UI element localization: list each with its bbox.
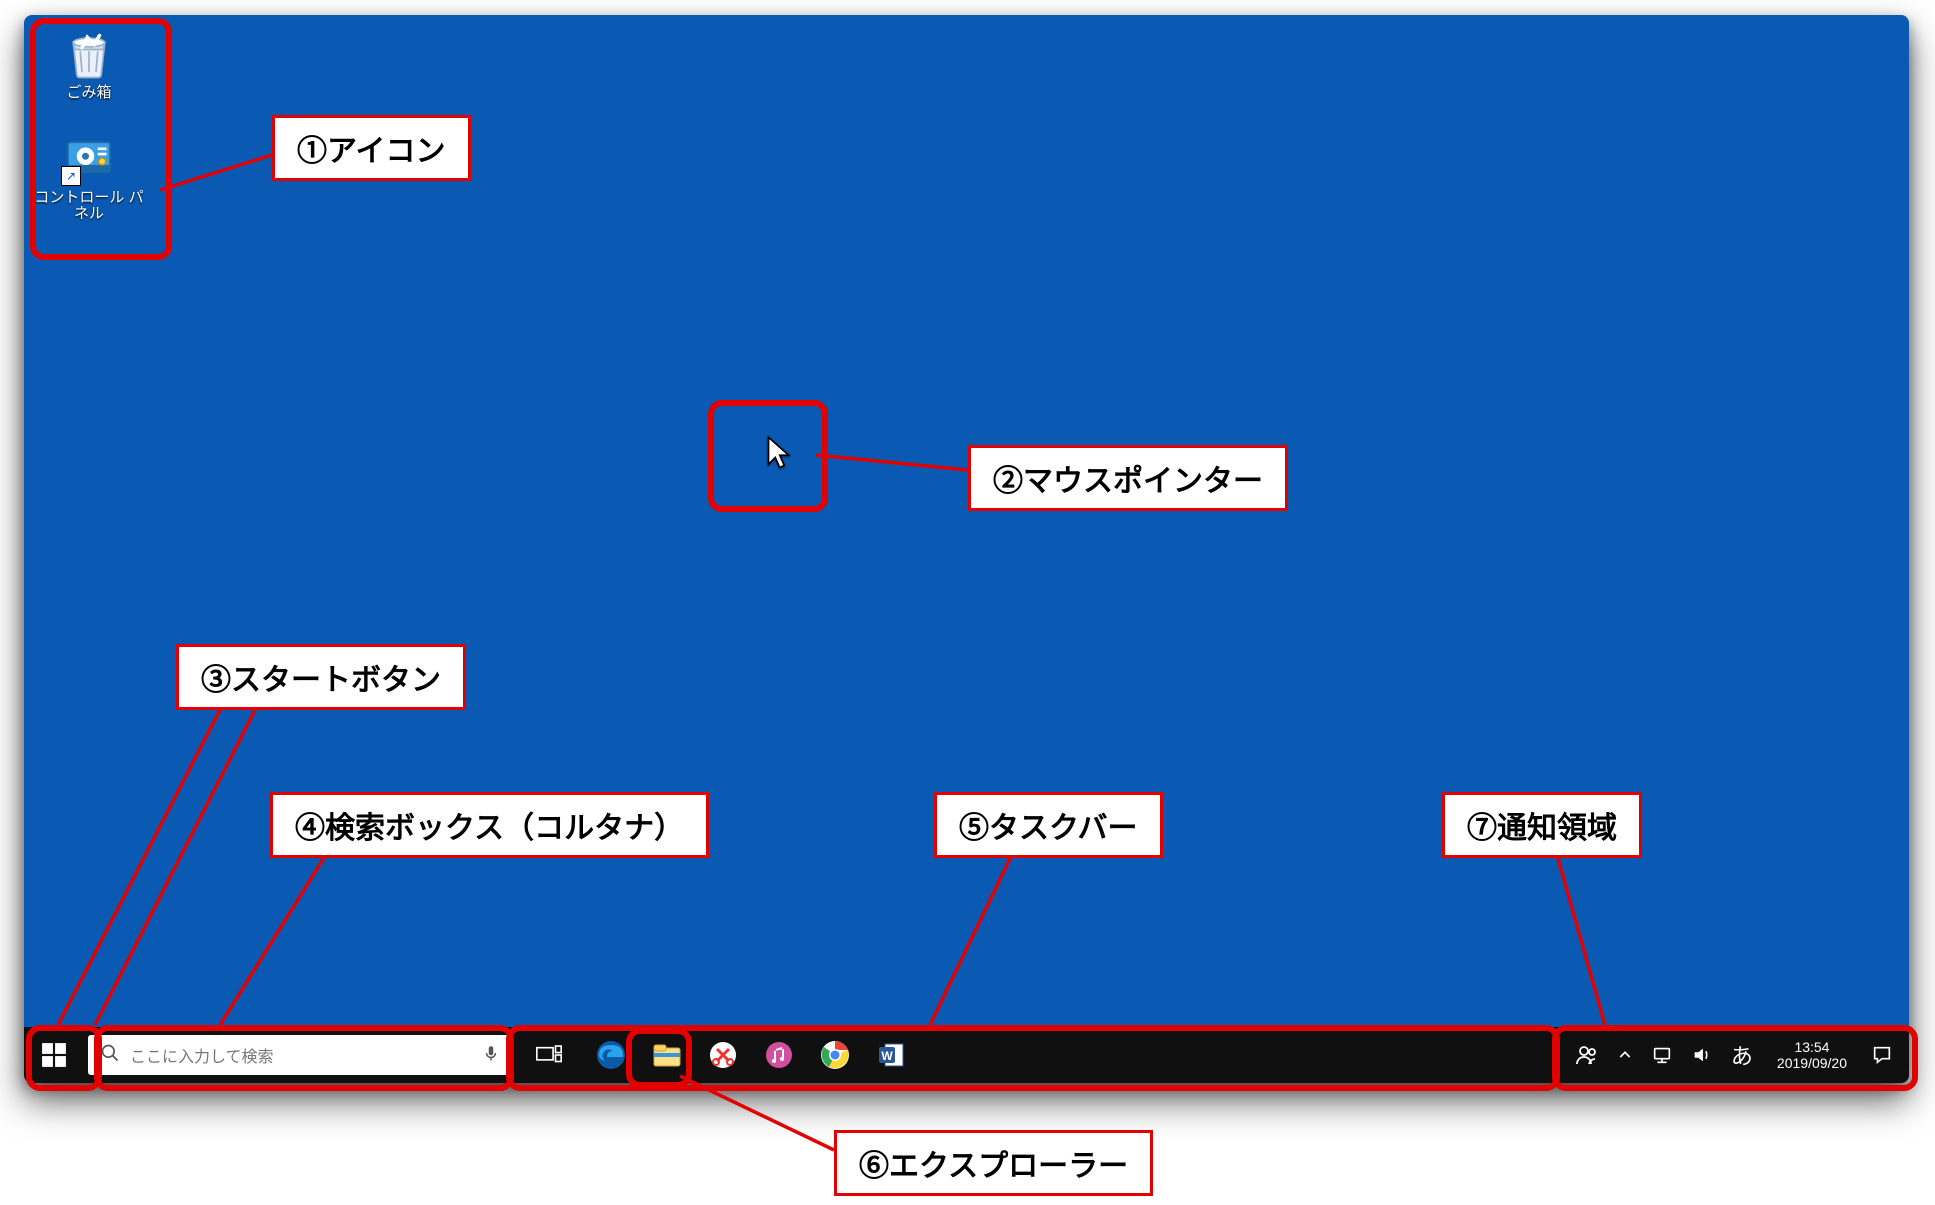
- recycle-bin[interactable]: ごみ箱: [34, 25, 144, 102]
- snipping-app[interactable]: [700, 1032, 746, 1078]
- action-center-button[interactable]: [1871, 1027, 1893, 1083]
- media-icon: [763, 1039, 795, 1071]
- network-button[interactable]: [1651, 1027, 1673, 1083]
- network-icon: [1651, 1044, 1673, 1066]
- pinned-apps: W: [588, 1032, 914, 1078]
- icon-label: コントロール パネル: [34, 190, 144, 223]
- people-button[interactable]: [1575, 1027, 1599, 1083]
- callout-search: ④検索ボックス（コルタナ）: [270, 792, 709, 858]
- microphone-icon[interactable]: [482, 1044, 500, 1067]
- ime-indicator[interactable]: あ: [1731, 1027, 1753, 1083]
- windows-logo-icon: [41, 1042, 67, 1068]
- desktop-icons-area: ごみ箱 ↗ コントロール パネル: [34, 25, 144, 223]
- shortcut-arrow-icon: ↗: [61, 166, 81, 186]
- word-app[interactable]: W: [868, 1032, 914, 1078]
- taskbar: ここに入力して検索: [24, 1027, 1909, 1083]
- search-icon: [100, 1043, 120, 1068]
- file-explorer-icon: [651, 1039, 683, 1071]
- edge-icon: [595, 1039, 627, 1071]
- volume-button[interactable]: [1691, 1027, 1713, 1083]
- mouse-pointer-icon: [764, 435, 800, 476]
- callout-pointer: ②マウスポインター: [968, 445, 1288, 511]
- control-panel-icon: ↗: [61, 130, 117, 186]
- recycle-bin-icon: [61, 25, 117, 81]
- chrome-icon: [819, 1039, 851, 1071]
- start-button[interactable]: [24, 1027, 84, 1083]
- callout-tray: ⑦通知領域: [1442, 792, 1642, 858]
- chevron-up-icon: [1617, 1047, 1633, 1063]
- clock[interactable]: 13:54 2019/09/20: [1771, 1039, 1853, 1071]
- callout-taskbar: ⑤タスクバー: [934, 792, 1163, 858]
- svg-text:W: W: [881, 1049, 893, 1063]
- control-panel[interactable]: ↗ コントロール パネル: [34, 130, 144, 223]
- file-explorer-app[interactable]: [644, 1032, 690, 1078]
- search-input[interactable]: ここに入力して検索: [88, 1035, 512, 1075]
- clock-time: 13:54: [1794, 1039, 1829, 1055]
- speaker-icon: [1691, 1044, 1713, 1066]
- people-icon: [1575, 1043, 1599, 1067]
- chrome-app[interactable]: [812, 1032, 858, 1078]
- task-view-button[interactable]: [526, 1027, 572, 1083]
- task-view-icon: [536, 1045, 562, 1065]
- callout-start: ③スタートボタン: [176, 644, 466, 710]
- tray-overflow-button[interactable]: [1617, 1027, 1633, 1083]
- callout-explorer: ⑥エクスプローラー: [834, 1130, 1153, 1196]
- edge-app[interactable]: [588, 1032, 634, 1078]
- icon-label: ごみ箱: [66, 85, 111, 102]
- media-app[interactable]: [756, 1032, 802, 1078]
- clock-date: 2019/09/20: [1777, 1055, 1847, 1071]
- notification-area: あ 13:54 2019/09/20: [1567, 1027, 1909, 1083]
- search-placeholder: ここに入力して検索: [130, 1043, 482, 1067]
- notification-icon: [1871, 1044, 1893, 1066]
- callout-icons: ①アイコン: [272, 115, 471, 181]
- word-icon: W: [875, 1039, 907, 1071]
- snip-icon: [707, 1039, 739, 1071]
